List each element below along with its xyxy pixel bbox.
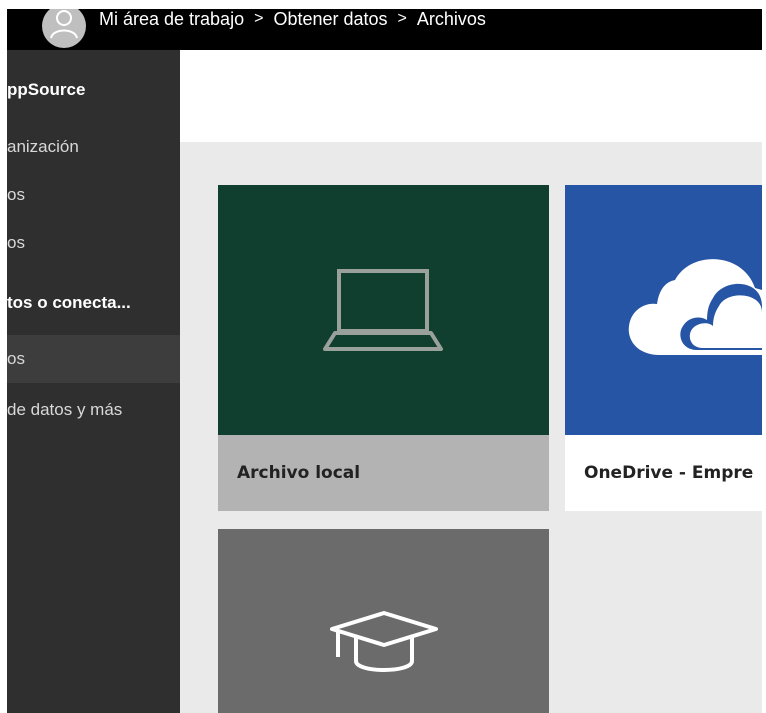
sidebar: ppSource anización os os tos o conecta..…: [7, 50, 180, 713]
sidebar-item-2[interactable]: os: [7, 180, 25, 210]
laptop-icon: [322, 269, 443, 351]
sidebar-item-appsource[interactable]: ppSource: [7, 75, 85, 105]
top-bar: Mi área de trabajo > Obtener datos > Arc…: [7, 9, 762, 50]
user-icon: [50, 10, 78, 39]
sidebar-item-databases[interactable]: de datos y más: [7, 395, 122, 425]
app-window: Mi área de trabajo > Obtener datos > Arc…: [7, 9, 762, 713]
tile-caption: Archivo local: [218, 435, 549, 511]
tile-label: OneDrive - Empre: [584, 463, 754, 483]
tile-image: [565, 185, 762, 435]
sidebar-item-label: anización: [7, 137, 79, 156]
breadcrumb-item-get-data[interactable]: Obtener datos: [273, 9, 387, 30]
chevron-right-icon: >: [254, 10, 264, 27]
tile-caption: OneDrive - Empre: [565, 435, 762, 511]
breadcrumb-item-files: Archivos: [416, 9, 486, 29]
breadcrumb-item-workspace[interactable]: Mi área de trabajo: [99, 9, 244, 30]
sidebar-item-label: os: [7, 185, 25, 204]
avatar[interactable]: [42, 9, 86, 48]
tile-onedrive[interactable]: OneDrive - Empre: [565, 185, 762, 511]
content-header: [180, 50, 762, 142]
graduation-cap-icon: [329, 611, 438, 672]
chevron-right-icon: >: [397, 10, 407, 27]
tile-image: [218, 185, 549, 435]
tile-label: Archivo local: [237, 463, 361, 483]
cloud-icon: [628, 259, 762, 355]
sidebar-item-label: os: [7, 233, 25, 252]
breadcrumb: Mi área de trabajo > Obtener datos > Arc…: [99, 9, 486, 29]
sidebar-item-organization[interactable]: anización: [7, 132, 79, 162]
sidebar-item-files[interactable]: os: [7, 335, 180, 383]
sidebar-item-label: de datos y más: [7, 400, 123, 419]
tile-image: [218, 529, 549, 713]
sidebar-item-3[interactable]: os: [7, 228, 25, 258]
sidebar-item-label: os: [7, 349, 25, 368]
sidebar-item-label: tos o conecta...: [7, 293, 131, 312]
sidebar-item-label: ppSource: [7, 80, 86, 99]
sidebar-item-get-data[interactable]: tos o conecta...: [7, 288, 131, 318]
tile-local-file[interactable]: Archivo local: [218, 185, 549, 511]
tile-samples[interactable]: [218, 529, 549, 713]
